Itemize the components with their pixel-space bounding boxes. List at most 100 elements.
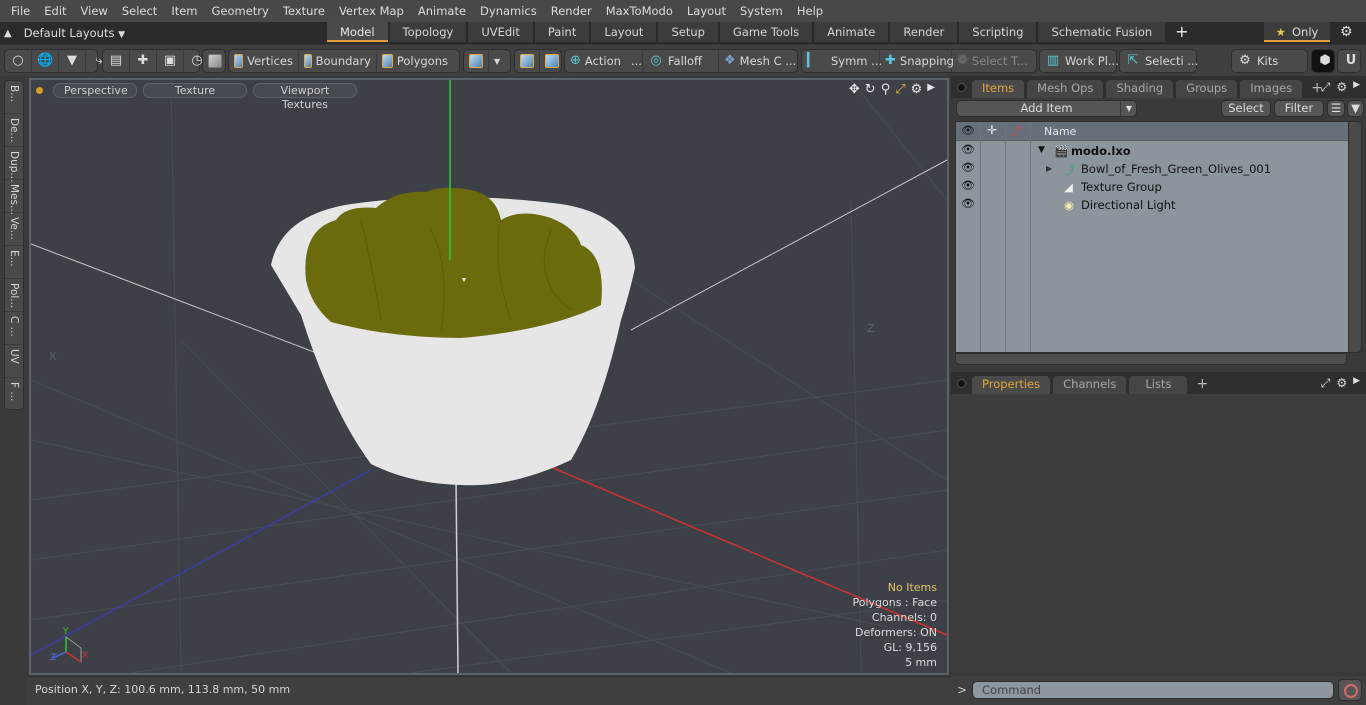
frame-tool-button[interactable]: ▣ xyxy=(157,50,184,72)
snapping-button[interactable]: ✚ Snapping xyxy=(880,50,954,72)
funnel-button[interactable]: ▼ xyxy=(1347,100,1364,117)
menu-system[interactable]: System xyxy=(733,0,790,22)
left-tab-uv[interactable]: UV xyxy=(5,345,23,378)
view-mode-dropdown[interactable]: Perspective xyxy=(53,82,137,98)
left-tab-basic[interactable]: B... xyxy=(5,81,23,114)
tab-game-tools[interactable]: Game Tools xyxy=(719,22,813,42)
list-options-button[interactable]: ☰ xyxy=(1327,100,1345,117)
rotate-icon[interactable]: ↻ xyxy=(865,82,876,97)
panel-menu-dot[interactable] xyxy=(957,379,966,388)
menu-edit[interactable]: Edit xyxy=(37,0,73,22)
play-arrow-icon[interactable]: ▶ xyxy=(1353,80,1360,95)
filter-button[interactable]: Filter xyxy=(1274,100,1324,117)
menu-texture[interactable]: Texture xyxy=(276,0,332,22)
falloff-button[interactable]: ◎ Falloff xyxy=(643,50,719,72)
record-macro-button[interactable] xyxy=(1338,679,1362,701)
tab-lists[interactable]: Lists xyxy=(1129,376,1188,394)
left-tab-vertex[interactable]: Ve... xyxy=(5,213,23,246)
tab-items[interactable]: Items xyxy=(972,80,1025,98)
boundary-button[interactable]: Boundary xyxy=(299,50,377,72)
menu-render[interactable]: Render xyxy=(544,0,599,22)
work-plane-button[interactable]: ▥ Work Pl... xyxy=(1040,50,1124,72)
lock-column-icon[interactable]: ✛ xyxy=(987,123,997,137)
visibility-eye-icon[interactable]: 👁 xyxy=(961,179,975,192)
pivot-button[interactable] xyxy=(540,50,564,72)
tab-properties[interactable]: Properties xyxy=(972,376,1051,394)
only-toggle[interactable]: ★ Only xyxy=(1264,22,1330,42)
gear-icon[interactable]: ⚙ xyxy=(1336,80,1347,95)
menu-file[interactable]: File xyxy=(4,0,37,22)
vertices-button[interactable]: Vertices xyxy=(229,50,299,72)
menu-vertex-map[interactable]: Vertex Map xyxy=(332,0,411,22)
stack-tool-button[interactable]: ▤ xyxy=(103,50,130,72)
cross-tool-button[interactable]: ✚ xyxy=(130,50,157,72)
tab-setup[interactable]: Setup xyxy=(658,22,718,42)
left-tab-mesh-edit[interactable]: Mes... xyxy=(5,180,23,215)
left-tab-deform[interactable]: De... xyxy=(5,114,23,147)
tab-schematic-fusion[interactable]: Schematic Fusion xyxy=(1038,22,1166,42)
viewport-textures-dropdown[interactable]: Viewport Textures xyxy=(253,82,357,111)
collapse-arrow-icon[interactable]: ▲ xyxy=(4,28,12,39)
circle-tool-button[interactable]: ○ xyxy=(5,50,32,72)
mesh-constraints-button[interactable]: ❖ Mesh C ... xyxy=(719,50,797,72)
unity-button[interactable]: ⬢ xyxy=(1312,50,1338,72)
command-input[interactable] xyxy=(972,681,1334,699)
play-arrow-icon[interactable]: ▶ xyxy=(927,82,935,97)
tab-mesh-ops[interactable]: Mesh Ops xyxy=(1027,80,1104,98)
tab-channels[interactable]: Channels xyxy=(1053,376,1127,394)
gear-icon[interactable]: ⚙ xyxy=(1340,24,1353,40)
expand-arrow-icon[interactable]: ▼ xyxy=(1038,145,1045,155)
left-tab-curve[interactable]: C ... xyxy=(5,312,23,345)
tree-row-scene[interactable]: 👁 ▼ 🎬 modo.lxo xyxy=(956,142,1348,160)
visibility-eye-icon[interactable]: 👁 xyxy=(961,197,975,210)
material-mode-button[interactable] xyxy=(464,50,489,72)
left-tab-edge[interactable]: E... xyxy=(5,246,23,279)
menu-animate[interactable]: Animate xyxy=(411,0,473,22)
menu-maxtomodo[interactable]: MaxToModo xyxy=(599,0,680,22)
pan-icon[interactable]: ✥ xyxy=(849,82,860,97)
left-tab-duplicate[interactable]: Dup... xyxy=(5,147,23,182)
gear-icon[interactable]: ⚙ xyxy=(1336,376,1347,391)
item-mode-button[interactable] xyxy=(203,50,227,72)
center-button[interactable] xyxy=(515,50,540,72)
tab-animate[interactable]: Animate xyxy=(814,22,889,42)
zoom-icon[interactable]: ⚲ xyxy=(881,82,891,97)
tab-paint[interactable]: Paint xyxy=(534,22,590,42)
menu-item[interactable]: Item xyxy=(164,0,204,22)
tree-row-mesh[interactable]: 👁 ▶ ⤴ Bowl_of_Fresh_Green_Olives_001 xyxy=(956,160,1348,178)
3d-viewport[interactable]: X Z Y X Z Perspective Texture Viewport T… xyxy=(29,78,949,675)
play-arrow-icon[interactable]: ▶ xyxy=(1353,376,1360,391)
add-item-button[interactable]: Add Item ▼ xyxy=(956,100,1137,117)
expand-arrow-icon[interactable]: ▶ xyxy=(1046,164,1052,173)
left-tab-fusion[interactable]: F ... xyxy=(5,378,23,411)
material-dropdown[interactable]: ▼ xyxy=(489,50,505,72)
menu-select[interactable]: Select xyxy=(115,0,164,22)
menu-geometry[interactable]: Geometry xyxy=(205,0,276,22)
tab-layout[interactable]: Layout xyxy=(591,22,657,42)
left-tab-polygon[interactable]: Pol... xyxy=(5,279,23,312)
select-through-button[interactable]: ❁ Select T... xyxy=(952,50,1030,72)
gear-icon[interactable]: ⚙ xyxy=(911,82,923,97)
kits-button[interactable]: ⚙ Kits xyxy=(1232,50,1283,72)
menu-help[interactable]: Help xyxy=(790,0,830,22)
selection-sets-button[interactable]: ⇱ Selecti ... xyxy=(1120,50,1203,72)
expand-icon[interactable]: ⤢ xyxy=(1321,376,1331,391)
menu-layout[interactable]: Layout xyxy=(680,0,733,22)
add-tab-button[interactable]: + xyxy=(1167,22,1196,44)
tab-scripting[interactable]: Scripting xyxy=(959,22,1037,42)
expand-icon[interactable]: ⤢ xyxy=(1321,80,1331,95)
select-button[interactable]: Select xyxy=(1221,100,1271,117)
axes-column-icon[interactable]: ⤴ xyxy=(1010,123,1021,139)
tab-shading[interactable]: Shading xyxy=(1106,80,1174,98)
menu-dynamics[interactable]: Dynamics xyxy=(473,0,544,22)
visibility-eye-icon[interactable]: 👁 xyxy=(961,161,975,174)
tab-groups[interactable]: Groups xyxy=(1176,80,1238,98)
visibility-eye-icon[interactable]: 👁 xyxy=(961,143,975,156)
polygons-button[interactable]: Polygons xyxy=(377,50,453,72)
maximize-icon[interactable]: ⤢ xyxy=(895,82,905,97)
items-horizontal-scrollbar[interactable] xyxy=(955,353,1347,365)
tab-images[interactable]: Images xyxy=(1240,80,1303,98)
shading-mode-dropdown[interactable]: Texture xyxy=(143,82,247,98)
panel-menu-dot[interactable] xyxy=(957,83,966,92)
tab-uvedit[interactable]: UVEdit xyxy=(468,22,533,42)
